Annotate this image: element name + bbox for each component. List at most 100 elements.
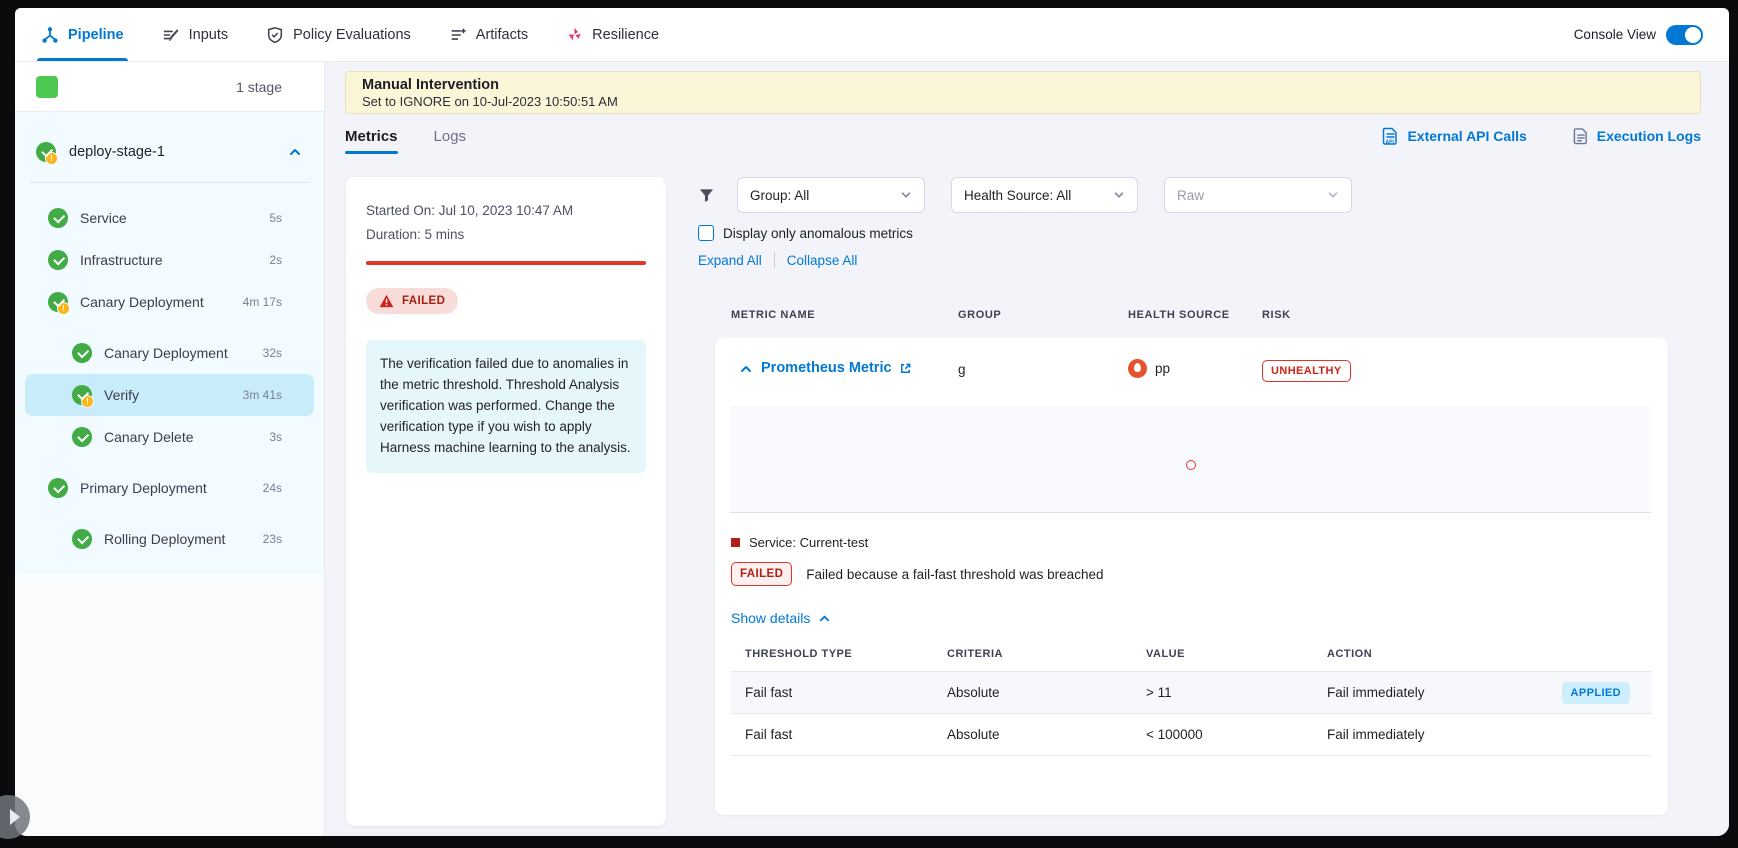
- chart-data-point[interactable]: [1186, 460, 1196, 470]
- thresholds-table-header: THRESHOLD TYPE CRITERIA VALUE ACTION: [731, 644, 1652, 672]
- step-duration: 3s: [269, 430, 282, 444]
- group-filter-value: Group: All: [750, 188, 809, 203]
- success-check-icon: [48, 250, 68, 270]
- chart-legend: Service: Current-test: [731, 535, 868, 550]
- warning-check-icon: [72, 385, 92, 405]
- sidebar-header: 1 stage: [15, 62, 324, 112]
- column-criteria: CRITERIA: [947, 648, 1003, 660]
- raw-filter-select[interactable]: Raw: [1164, 177, 1352, 213]
- chevron-up-icon: [818, 612, 831, 625]
- step-primary-deployment[interactable]: Primary Deployment 24s: [25, 467, 314, 509]
- detail-tabs: Metrics Logs API External API Calls Exec…: [345, 120, 1701, 152]
- progress-bar-failed: [366, 261, 646, 265]
- health-source-filter-value: Health Source: All: [964, 188, 1071, 203]
- show-details-link[interactable]: Show details: [731, 610, 831, 626]
- anomalous-metrics-checkbox[interactable]: [698, 225, 714, 241]
- applied-badge: APPLIED: [1562, 682, 1630, 704]
- external-link-icon: [899, 362, 912, 375]
- verification-status-row: FAILED Failed because a fail-fast thresh…: [731, 562, 1103, 586]
- step-rolling-deployment[interactable]: Rolling Deployment 23s: [25, 518, 314, 560]
- success-check-icon: [72, 427, 92, 447]
- tab-policy-evaluations[interactable]: Policy Evaluations: [266, 8, 411, 61]
- column-value: VALUE: [1146, 648, 1185, 660]
- success-check-icon: [48, 478, 68, 498]
- tab-resilience[interactable]: Resilience: [566, 8, 659, 61]
- console-view-label: Console View: [1574, 27, 1656, 42]
- metric-group-value: g: [958, 362, 966, 377]
- external-api-calls-link[interactable]: API External API Calls: [1382, 127, 1526, 146]
- success-check-icon: [48, 208, 68, 228]
- step-canary-deployment[interactable]: Canary Deployment 4m 17s: [25, 281, 314, 323]
- step-service[interactable]: Service 5s: [25, 197, 314, 239]
- column-group: GROUP: [958, 309, 1001, 321]
- svg-text:API: API: [1386, 139, 1395, 145]
- step-label: Canary Deployment: [80, 294, 243, 310]
- step-label: Verify: [104, 387, 243, 403]
- collapse-metric-chevron-icon[interactable]: [739, 362, 753, 381]
- metric-name-label: Prometheus Metric: [761, 360, 892, 376]
- execution-logs-label: Execution Logs: [1597, 128, 1701, 144]
- step-duration: 5s: [269, 211, 282, 225]
- step-verify[interactable]: Verify 3m 41s: [25, 374, 314, 416]
- tab-artifacts[interactable]: Artifacts: [449, 8, 528, 61]
- warning-check-icon: [48, 292, 68, 312]
- criteria: Absolute: [947, 685, 1000, 700]
- chevron-down-icon: [1327, 189, 1339, 201]
- resilience-icon: [566, 26, 583, 43]
- metric-card: Prometheus Metric g pp UNHEALTHY Service…: [715, 338, 1668, 815]
- metric-name-link[interactable]: Prometheus Metric: [761, 360, 912, 376]
- tab-inputs-label: Inputs: [189, 27, 229, 43]
- banner-title: Manual Intervention: [362, 77, 1684, 94]
- status-badge-label: FAILED: [402, 295, 445, 307]
- artifacts-icon: [449, 26, 467, 44]
- column-risk: RISK: [1262, 309, 1291, 321]
- metric-chart[interactable]: [730, 406, 1651, 513]
- tab-logs-label: Logs: [434, 128, 467, 145]
- step-duration: 2s: [269, 253, 282, 267]
- success-check-icon: [72, 529, 92, 549]
- column-action: ACTION: [1327, 648, 1372, 660]
- step-infrastructure[interactable]: Infrastructure 2s: [25, 239, 314, 281]
- execution-logs-link[interactable]: Execution Logs: [1573, 127, 1701, 146]
- threshold-type: Fail fast: [745, 685, 792, 700]
- legend-label: Service: Current-test: [749, 535, 868, 550]
- thresholds-table: THRESHOLD TYPE CRITERIA VALUE ACTION Fai…: [731, 644, 1652, 756]
- collapse-all-link[interactable]: Collapse All: [787, 253, 858, 268]
- top-navigation: Pipeline Inputs Policy Evaluations Artif…: [15, 8, 1729, 62]
- log-document-icon: [1573, 127, 1589, 146]
- health-source-filter-select[interactable]: Health Source: All: [951, 177, 1138, 213]
- table-row: Fail fast Absolute < 100000 Fail immedia…: [731, 714, 1652, 756]
- collapse-stage-chevron-icon[interactable]: [288, 145, 302, 159]
- stage-tree: deploy-stage-1 Service 5s Infrastructure…: [15, 112, 324, 574]
- filter-row: Group: All Health Source: All Raw: [698, 177, 1378, 213]
- failure-reason: Failed because a fail-fast threshold was…: [806, 567, 1103, 582]
- step-label: Canary Delete: [104, 429, 269, 445]
- group-filter-select[interactable]: Group: All: [737, 177, 925, 213]
- step-duration: 24s: [263, 481, 282, 495]
- stage-row-deploy-stage-1[interactable]: deploy-stage-1: [15, 130, 324, 174]
- tab-inputs[interactable]: Inputs: [162, 8, 229, 61]
- inputs-icon: [162, 26, 180, 44]
- action: Fail immediately: [1327, 727, 1425, 742]
- tab-logs[interactable]: Logs: [434, 120, 467, 152]
- divider: [29, 182, 310, 183]
- stage-warning-check-icon: [36, 142, 56, 162]
- tab-artifacts-label: Artifacts: [476, 27, 528, 43]
- console-view-toggle[interactable]: [1666, 25, 1703, 45]
- step-canary-deployment-child[interactable]: Canary Deployment 32s: [25, 332, 314, 374]
- step-label: Infrastructure: [80, 252, 269, 268]
- stage-name: deploy-stage-1: [69, 144, 275, 160]
- header-links: API External API Calls Execution Logs: [1382, 127, 1701, 146]
- tab-pipeline-label: Pipeline: [68, 27, 124, 43]
- expand-all-link[interactable]: Expand All: [698, 253, 762, 268]
- step-duration: 23s: [263, 532, 282, 546]
- execution-sidebar: 1 stage deploy-stage-1 Service 5s Infras…: [15, 62, 325, 836]
- step-label: Rolling Deployment: [104, 531, 263, 547]
- metric-row: Prometheus Metric g pp UNHEALTHY: [715, 338, 1668, 400]
- column-health-source: HEALTH SOURCE: [1128, 309, 1230, 321]
- tab-metrics[interactable]: Metrics: [345, 120, 398, 152]
- step-canary-delete[interactable]: Canary Delete 3s: [25, 416, 314, 458]
- banner-subtitle: Set to IGNORE on 10-Jul-2023 10:50:51 AM: [362, 94, 1684, 110]
- table-row: Fail fast Absolute > 11 Fail immediately…: [731, 672, 1652, 714]
- tab-pipeline[interactable]: Pipeline: [41, 8, 124, 61]
